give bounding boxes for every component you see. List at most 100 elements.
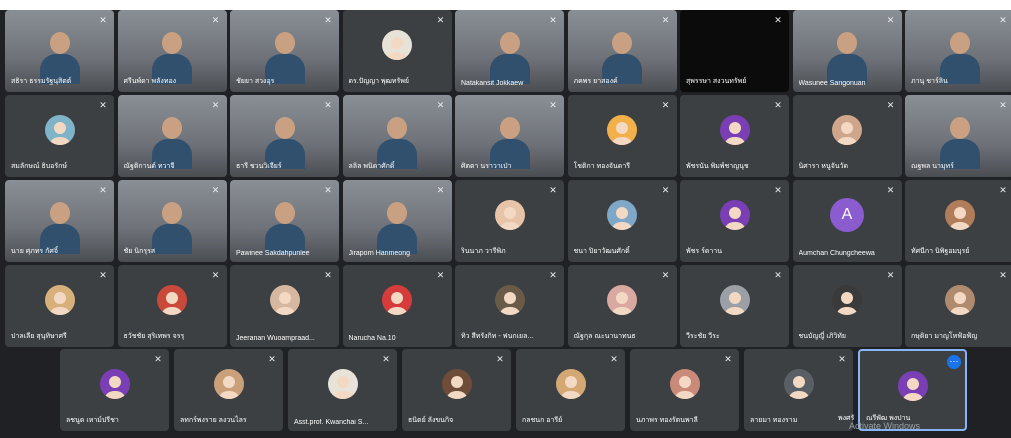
participant-tile[interactable]: ✕⋯ณรีพัฒ พงปานพงศรั (838, 349, 967, 431)
mic-muted-icon: ✕ (661, 185, 670, 195)
participant-name: ศรีนพ์ดา พลังทอง (123, 78, 177, 85)
participant-tile[interactable]: ✕ กลชนก อารีย์ (516, 349, 625, 431)
participant-name: พัชร ร์ดาาน (686, 248, 723, 255)
mic-muted-icon: ✕ (99, 15, 107, 25)
participant-name: ณฐพล นามุทร์ (911, 163, 954, 170)
video-feed (488, 113, 532, 169)
participant-tile[interactable]: ✕ ปาลเลีย สุนุทิษาศรี (5, 265, 114, 347)
participant-tile[interactable]: ✕ ณฐพล นามุทร์ (905, 95, 1011, 177)
mic-muted-icon: ✕ (99, 185, 107, 195)
mic-muted-icon: ✕ (774, 100, 782, 110)
mic-muted-icon: ✕ (268, 354, 276, 364)
participant-tile[interactable]: ✕ ธารี ชวนวิเจียร์ (230, 95, 339, 177)
participant-name: ปาลเลีย สุนุทิษาศรี (11, 333, 67, 340)
participant-tile[interactable]: ✕ ลลิล พนิดาศักดิ์ (342, 95, 452, 177)
participant-tile[interactable]: ✕ Narucha Na.10 (342, 265, 452, 347)
avatar (382, 285, 412, 315)
participant-tile[interactable]: ✕ ธนิตย์ ลังขนกิจ (402, 349, 511, 431)
participant-tile[interactable]: ✕ ณัฐติกานต์ ทวาจี (117, 95, 227, 177)
video-feed (263, 113, 307, 169)
participant-tile[interactable]: ✕ นภาพร ทองรัตนพาลี (630, 349, 739, 431)
participant-row-bottom: ✕ ลชนูด เหาม์ปรีชา ✕ ลทกร์พงราย ลงวนไลร ✕ Ass… (60, 349, 967, 431)
mic-muted-icon: ✕ (549, 185, 557, 195)
participant-name: ชนา ปิยาวัฒนศักดิ์ (573, 248, 630, 255)
participant-tile[interactable]: ✕ ชัย นิกรุรส (117, 180, 227, 262)
participant-name: Pawinee Sakdahpunlee (236, 250, 310, 257)
participant-tile[interactable]: ✕ ลชนูด เหาม์ปรีชา (60, 349, 169, 431)
mic-muted-icon: ✕ (724, 354, 732, 364)
participant-tile[interactable]: ✕ กษุดิยา มาญโหฟ้อฟ้ญ (905, 265, 1011, 347)
mic-muted-icon: ✕ (999, 185, 1007, 195)
video-feed (38, 28, 82, 84)
mic-muted-icon: ✕ (838, 354, 846, 364)
participant-tile[interactable]: ✕ ศรีนพ์ดา พลังทอง (117, 10, 227, 92)
video-feed (38, 198, 82, 254)
participant-tile[interactable]: ✕ นาย ศุภทร กัศจิ์ (5, 180, 114, 262)
participant-name: ภานุ ชาร์ลิน (911, 78, 948, 85)
participant-tile[interactable]: ✕ Asst.prof. Kwanchai S... (288, 349, 397, 431)
participant-tile[interactable]: ✕ ภานุ ชาร์ลิน (905, 10, 1011, 92)
avatar (944, 285, 975, 315)
participant-tile[interactable]: ✕ Natakansit Jokkaew (455, 10, 564, 92)
video-feed (488, 28, 532, 84)
participant-tile[interactable]: ✕ รินนาภ วารีพิภ (455, 180, 564, 262)
participant-name: Jiraporn Hanmeong (348, 250, 410, 257)
participant-tile[interactable]: ✕ สุพรรษา สงวนทรัพย์ (680, 10, 789, 92)
participant-tile[interactable]: ✕ พัชร ร์ดาาน (680, 180, 789, 262)
mic-muted-icon: ✕ (211, 100, 220, 110)
participant-tile[interactable]: ✕ ทัศนีกา นิพิฐอมบุรย์ (905, 180, 1011, 262)
participant-tile[interactable]: ✕ Wasunee Sangonuan (792, 10, 902, 92)
participant-name: ณัฐติกานต์ ทวาจี (123, 163, 175, 170)
participant-tile[interactable]: ✕ พัชรนัน พิมพ์ชาญนุช (680, 95, 789, 177)
video-feed (150, 198, 194, 254)
avatar (327, 369, 358, 399)
video-feed (825, 28, 869, 84)
participant-name: ทัศนีกา นิพิฐอมบุรย์ (911, 248, 970, 255)
avatar (783, 369, 814, 399)
avatar (719, 285, 750, 315)
avatar (213, 369, 244, 399)
participant-tile[interactable]: ✕ ดร.ปัญญา พุฒทรัพย์ (342, 10, 452, 92)
more-options-button[interactable]: ⋯ (947, 355, 961, 369)
participant-tile[interactable]: ✕ Jiraporn Hanmeong (342, 180, 452, 262)
participant-tile[interactable]: ✕ ชัยยา สวงอุร (230, 10, 339, 92)
participant-tile[interactable]: ✕ ณัฐกุล ณะนานาทนธ (567, 265, 677, 347)
avatar (44, 115, 75, 145)
video-feed (263, 28, 307, 84)
mic-muted-icon: ✕ (436, 270, 445, 280)
participant-name: ชัยยา สวงอุร (236, 78, 275, 85)
participant-tile[interactable]: ✕ นิศารา หนูจันวัด (792, 95, 902, 177)
participant-tile[interactable]: ✕ ชนบัญญี่ เภิวิทัย (792, 265, 902, 347)
participant-name: ลทกร์พงราย ลงวนไลร (180, 417, 247, 424)
mic-muted-icon: ✕ (610, 354, 618, 364)
avatar (607, 115, 637, 145)
avatar (494, 285, 525, 315)
mic-muted-icon: ✕ (99, 100, 107, 110)
participant-tile[interactable]: ✕ Pawinee Sakdahpunlee (230, 180, 339, 262)
participant-tile[interactable]: ✕ โชติกา ทองจันดารี (567, 95, 677, 177)
video-feed (938, 113, 982, 169)
participant-tile[interactable]: ✕ ธวัชชัย สุริเทพร จรรุ (117, 265, 227, 347)
participant-tile[interactable]: ✕ ลายมา ทองราม (744, 349, 853, 431)
participant-tile[interactable]: A ✕ Aumchan Chungcheewa (792, 180, 902, 262)
participant-name: สุพรรษา สงวนทรัพย์ (686, 78, 747, 85)
participant-tile[interactable]: ✕ ลทกร์พงราย ลงวนไลร (174, 349, 283, 431)
participant-name: ลชนูด เหาม์ปรีชา (66, 417, 119, 424)
mic-muted-icon: ✕ (436, 15, 445, 25)
participant-tile[interactable]: ✕ Jeeranan Wuoampraad... (230, 265, 339, 347)
mic-muted-icon: ✕ (886, 100, 895, 110)
participant-tile[interactable]: ✕ สธิรา ธรรมรัฐนุสิตต์ (5, 10, 114, 92)
participant-tile[interactable]: ✕ ภคพร ยาสองค์ (567, 10, 677, 92)
participant-name: ศิตดา นราวาเป่า (461, 163, 512, 170)
mic-muted-icon: ✕ (549, 15, 557, 25)
participant-tile[interactable]: ✕ ศิตดา นราวาเป่า (455, 95, 564, 177)
participant-tile[interactable]: ✕ สมลักษณ์ ธิบอรักษ์ (5, 95, 114, 177)
participant-tile[interactable]: ✕ วีระชัย วีระ (680, 265, 789, 347)
mic-muted-icon: ✕ (774, 270, 782, 280)
mic-muted-icon: ✕ (886, 185, 895, 195)
video-feed (375, 198, 419, 254)
participant-tile[interactable]: ✕ ชนา ปิยาวัฒนศักดิ์ (567, 180, 677, 262)
participant-tile[interactable]: ✕ ทิว สีทรังกิท - ฟนกเยล... (455, 265, 564, 347)
mic-muted-icon: ✕ (324, 185, 332, 195)
avatar (441, 369, 472, 399)
